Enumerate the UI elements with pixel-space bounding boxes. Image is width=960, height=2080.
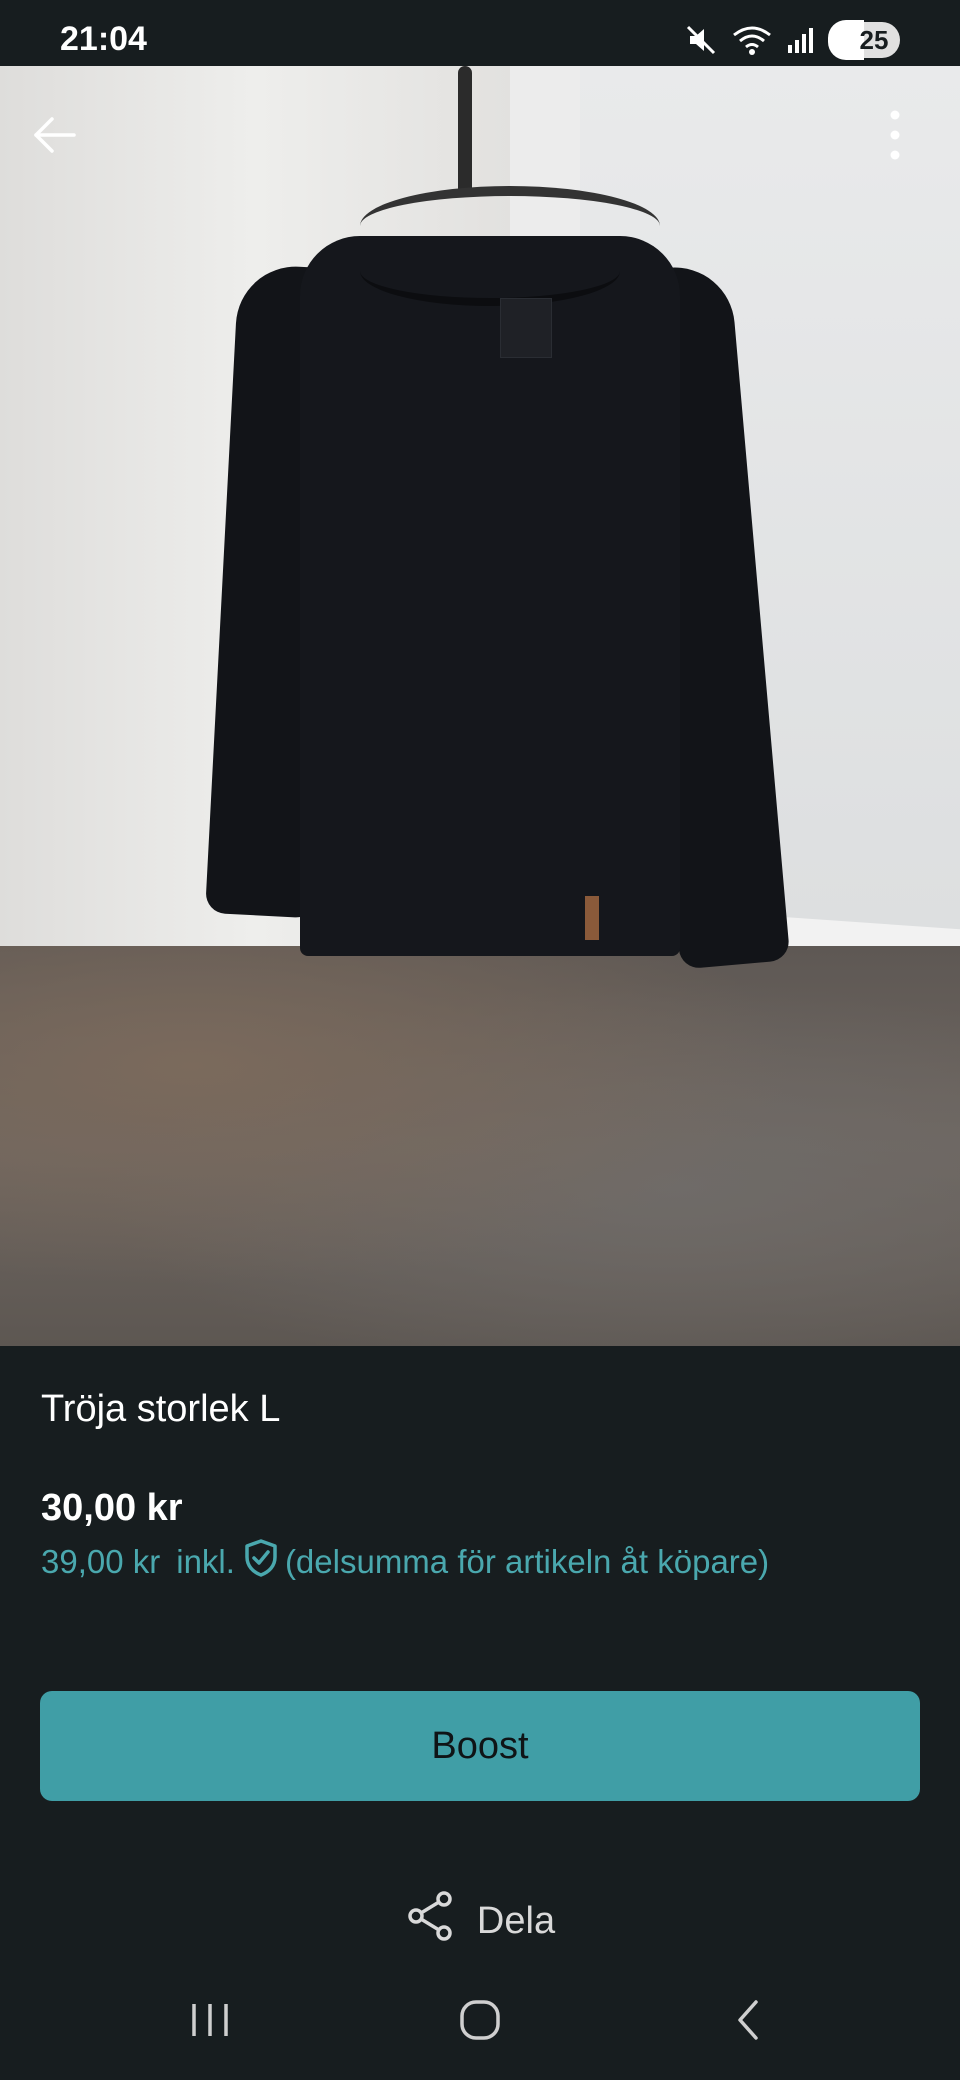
more-options-icon[interactable] (885, 105, 905, 165)
listing-price: 30,00 kr (41, 1487, 183, 1529)
listing-title: Tröja storlek L (41, 1388, 281, 1430)
share-icon (405, 1890, 455, 1952)
battery-level: 25 (859, 24, 889, 55)
incl-label: inkl. (176, 1543, 235, 1580)
status-time: 21:04 (60, 20, 147, 58)
buyer-protection-shield-icon (243, 1538, 279, 1586)
buyer-price-info[interactable]: 39,00 kr inkl. (delsumma för artikeln åt… (41, 1538, 769, 1586)
boost-button[interactable]: Boost (40, 1691, 920, 1801)
back-arrow-icon[interactable] (30, 110, 80, 160)
home-icon[interactable] (440, 1980, 520, 2060)
share-button[interactable]: Dela (0, 1890, 960, 1952)
signal-icon (786, 25, 816, 55)
price-with-fee: 39,00 kr (41, 1543, 161, 1580)
back-nav-icon[interactable] (708, 1980, 788, 2060)
status-icons: 25 (684, 20, 900, 60)
recent-apps-icon[interactable] (170, 1980, 250, 2060)
share-label: Dela (476, 1899, 556, 1942)
wifi-icon (732, 23, 772, 57)
screen: 21:04 25 Tröja storlek L 30,00 kr 39,00 … (0, 0, 960, 2080)
status-bar: 21:04 25 (0, 0, 960, 66)
mute-icon (684, 23, 718, 57)
fee-note: (delsumma för artikeln åt köpare) (284, 1543, 770, 1580)
product-photo[interactable] (0, 66, 960, 1346)
battery-icon: 25 (828, 20, 900, 60)
system-nav-bar (0, 1980, 960, 2080)
